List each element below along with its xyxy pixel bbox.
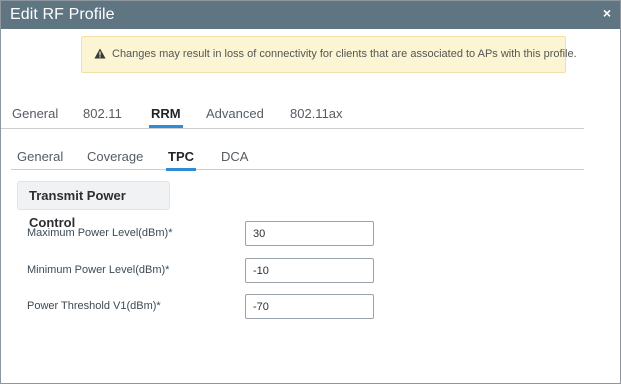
max-power-level-input[interactable]: [245, 221, 374, 246]
tab-label: 802.11ax: [290, 106, 343, 121]
dialog-title: Edit RF Profile: [10, 6, 115, 23]
subtab-label: TPC: [168, 149, 194, 164]
warning-triangle-icon: [94, 48, 106, 59]
section-header: Transmit Power Control: [17, 181, 170, 230]
power-threshold-v1-input[interactable]: [245, 294, 374, 319]
min-power-level-label: Minimum Power Level(dBm)*: [27, 264, 170, 276]
warning-banner: Changes may result in loss of connectivi…: [81, 36, 577, 73]
tab-802-11ax[interactable]: 802.11ax: [290, 106, 343, 121]
max-power-level-label: Maximum Power Level(dBm)*: [27, 227, 173, 239]
edit-rf-profile-dialog: Edit RF Profile × Changes may result in …: [0, 0, 621, 384]
subtab-label: General: [17, 149, 64, 164]
tab-general[interactable]: General: [12, 106, 58, 121]
primary-tabs: General 802.11 RRM Advanced 802.11ax: [1, 101, 584, 129]
warning-text: Changes may result in loss of connectivi…: [112, 48, 577, 60]
active-tab-indicator: [149, 125, 183, 128]
tab-label: 802.11: [83, 106, 122, 121]
subtab-coverage[interactable]: Coverage: [87, 149, 143, 164]
dialog-titlebar: Edit RF Profile ×: [1, 1, 620, 29]
tab-802-11[interactable]: 802.11: [83, 106, 122, 121]
tab-advanced[interactable]: Advanced: [206, 106, 264, 121]
subtab-general[interactable]: General: [17, 149, 63, 164]
tab-label: General: [12, 106, 59, 121]
tab-label: Advanced: [206, 106, 264, 121]
subtab-label: DCA: [221, 149, 249, 164]
min-power-level-input[interactable]: [245, 258, 374, 283]
tab-rrm[interactable]: RRM: [149, 106, 183, 128]
active-subtab-indicator: [166, 168, 196, 171]
subtab-dca[interactable]: DCA: [221, 149, 248, 164]
close-icon[interactable]: ×: [601, 6, 613, 20]
tab-label: RRM: [151, 106, 181, 121]
power-threshold-v1-label: Power Threshold V1(dBm)*: [27, 300, 161, 312]
secondary-tabs: General Coverage TPC DCA: [11, 142, 584, 171]
subtab-tpc[interactable]: TPC: [166, 149, 196, 171]
subtab-label: Coverage: [87, 149, 144, 164]
